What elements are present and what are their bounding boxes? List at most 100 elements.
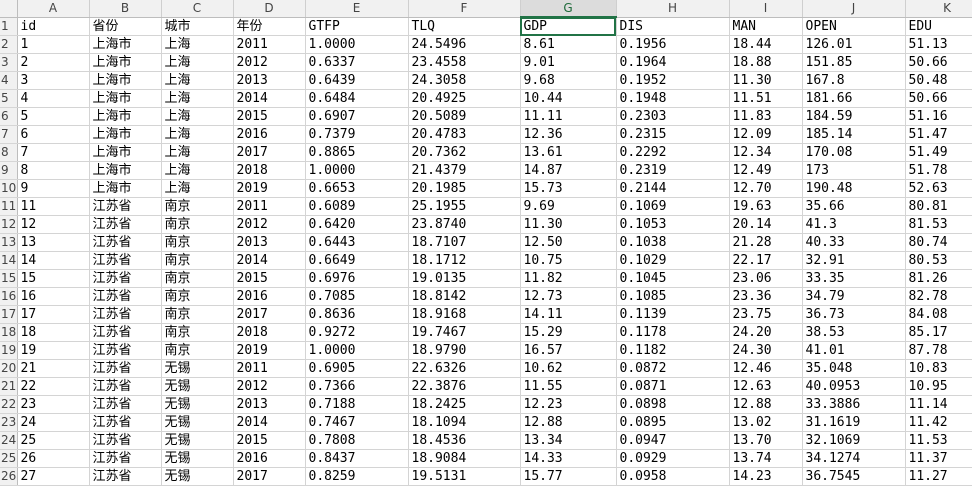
cell-k15[interactable]: 81.26	[905, 269, 972, 288]
cell-k21[interactable]: 10.95	[905, 377, 972, 396]
row-header[interactable]: 8	[0, 143, 18, 162]
row-header[interactable]: 4	[0, 71, 18, 90]
column-header-a[interactable]: A	[17, 0, 90, 18]
row-header[interactable]: 20	[0, 359, 18, 378]
cell-h5[interactable]: 0.1948	[616, 89, 730, 108]
cell-g17[interactable]: 14.11	[520, 305, 617, 324]
cell-b2[interactable]: 上海市	[89, 35, 162, 54]
cell-i5[interactable]: 11.51	[729, 89, 803, 108]
column-header-k[interactable]: K	[905, 0, 972, 18]
cell-c20[interactable]: 无锡	[161, 359, 234, 378]
cell-k18[interactable]: 85.17	[905, 323, 972, 342]
cell-j19[interactable]: 41.01	[802, 341, 906, 360]
cell-f20[interactable]: 22.6326	[408, 359, 521, 378]
cell-i11[interactable]: 19.63	[729, 197, 803, 216]
cell-i2[interactable]: 18.44	[729, 35, 803, 54]
row-header[interactable]: 23	[0, 413, 18, 432]
cell-b19[interactable]: 江苏省	[89, 341, 162, 360]
cell-h24[interactable]: 0.0947	[616, 431, 730, 450]
cell-c3[interactable]: 上海	[161, 53, 234, 72]
cell-d24[interactable]: 2015	[233, 431, 306, 450]
cell-h20[interactable]: 0.0872	[616, 359, 730, 378]
cell-e22[interactable]: 0.7188	[305, 395, 409, 414]
row-header[interactable]: 16	[0, 287, 18, 306]
cell-c25[interactable]: 无锡	[161, 449, 234, 468]
cell-c23[interactable]: 无锡	[161, 413, 234, 432]
cell-f12[interactable]: 23.8740	[408, 215, 521, 234]
cell-d13[interactable]: 2013	[233, 233, 306, 252]
row-header[interactable]: 15	[0, 269, 18, 288]
cell-g6[interactable]: 11.11	[520, 107, 617, 126]
cell-g21[interactable]: 11.55	[520, 377, 617, 396]
cell-f1[interactable]: TLQ	[408, 17, 521, 36]
cell-b14[interactable]: 江苏省	[89, 251, 162, 270]
cell-c11[interactable]: 南京	[161, 197, 234, 216]
cell-c18[interactable]: 南京	[161, 323, 234, 342]
row-header[interactable]: 14	[0, 251, 18, 270]
cell-d20[interactable]: 2011	[233, 359, 306, 378]
cell-d7[interactable]: 2016	[233, 125, 306, 144]
cell-d5[interactable]: 2014	[233, 89, 306, 108]
cell-j9[interactable]: 173	[802, 161, 906, 180]
cell-k6[interactable]: 51.16	[905, 107, 972, 126]
column-header-d[interactable]: D	[233, 0, 306, 18]
cell-h12[interactable]: 0.1053	[616, 215, 730, 234]
cell-b23[interactable]: 江苏省	[89, 413, 162, 432]
cell-h3[interactable]: 0.1964	[616, 53, 730, 72]
cell-j15[interactable]: 33.35	[802, 269, 906, 288]
cell-a1[interactable]: id	[17, 17, 90, 36]
cell-a2[interactable]: 1	[17, 35, 90, 54]
cell-e25[interactable]: 0.8437	[305, 449, 409, 468]
cell-a17[interactable]: 17	[17, 305, 90, 324]
row-header[interactable]: 26	[0, 467, 18, 486]
cell-c4[interactable]: 上海	[161, 71, 234, 90]
cell-g13[interactable]: 12.50	[520, 233, 617, 252]
cell-h19[interactable]: 0.1182	[616, 341, 730, 360]
row-header[interactable]: 10	[0, 179, 18, 198]
cell-g15[interactable]: 11.82	[520, 269, 617, 288]
cell-h23[interactable]: 0.0895	[616, 413, 730, 432]
cell-j8[interactable]: 170.08	[802, 143, 906, 162]
cell-d14[interactable]: 2014	[233, 251, 306, 270]
cell-e8[interactable]: 0.8865	[305, 143, 409, 162]
cell-d4[interactable]: 2013	[233, 71, 306, 90]
cell-e4[interactable]: 0.6439	[305, 71, 409, 90]
cell-a20[interactable]: 21	[17, 359, 90, 378]
cell-h7[interactable]: 0.2315	[616, 125, 730, 144]
cell-b3[interactable]: 上海市	[89, 53, 162, 72]
cell-j18[interactable]: 38.53	[802, 323, 906, 342]
cell-i21[interactable]: 12.63	[729, 377, 803, 396]
cell-b8[interactable]: 上海市	[89, 143, 162, 162]
cell-h2[interactable]: 0.1956	[616, 35, 730, 54]
cell-j13[interactable]: 40.33	[802, 233, 906, 252]
cell-c9[interactable]: 上海	[161, 161, 234, 180]
cell-c7[interactable]: 上海	[161, 125, 234, 144]
cell-a8[interactable]: 7	[17, 143, 90, 162]
cell-i8[interactable]: 12.34	[729, 143, 803, 162]
cell-f7[interactable]: 20.4783	[408, 125, 521, 144]
cell-e10[interactable]: 0.6653	[305, 179, 409, 198]
cell-h22[interactable]: 0.0898	[616, 395, 730, 414]
cell-b20[interactable]: 江苏省	[89, 359, 162, 378]
cell-i13[interactable]: 21.28	[729, 233, 803, 252]
column-header-j[interactable]: J	[802, 0, 906, 18]
cell-b16[interactable]: 江苏省	[89, 287, 162, 306]
cell-i12[interactable]: 20.14	[729, 215, 803, 234]
row-header[interactable]: 12	[0, 215, 18, 234]
cell-d1[interactable]: 年份	[233, 17, 306, 36]
row-header[interactable]: 5	[0, 89, 18, 108]
cell-f23[interactable]: 18.1094	[408, 413, 521, 432]
cell-j1[interactable]: OPEN	[802, 17, 906, 36]
cell-b4[interactable]: 上海市	[89, 71, 162, 90]
cell-c16[interactable]: 南京	[161, 287, 234, 306]
cell-j23[interactable]: 31.1619	[802, 413, 906, 432]
cell-h17[interactable]: 0.1139	[616, 305, 730, 324]
cell-i20[interactable]: 12.46	[729, 359, 803, 378]
cell-e23[interactable]: 0.7467	[305, 413, 409, 432]
cell-a23[interactable]: 24	[17, 413, 90, 432]
cell-b10[interactable]: 上海市	[89, 179, 162, 198]
cell-g19[interactable]: 16.57	[520, 341, 617, 360]
row-header[interactable]: 11	[0, 197, 18, 216]
cell-j5[interactable]: 181.66	[802, 89, 906, 108]
cell-b13[interactable]: 江苏省	[89, 233, 162, 252]
